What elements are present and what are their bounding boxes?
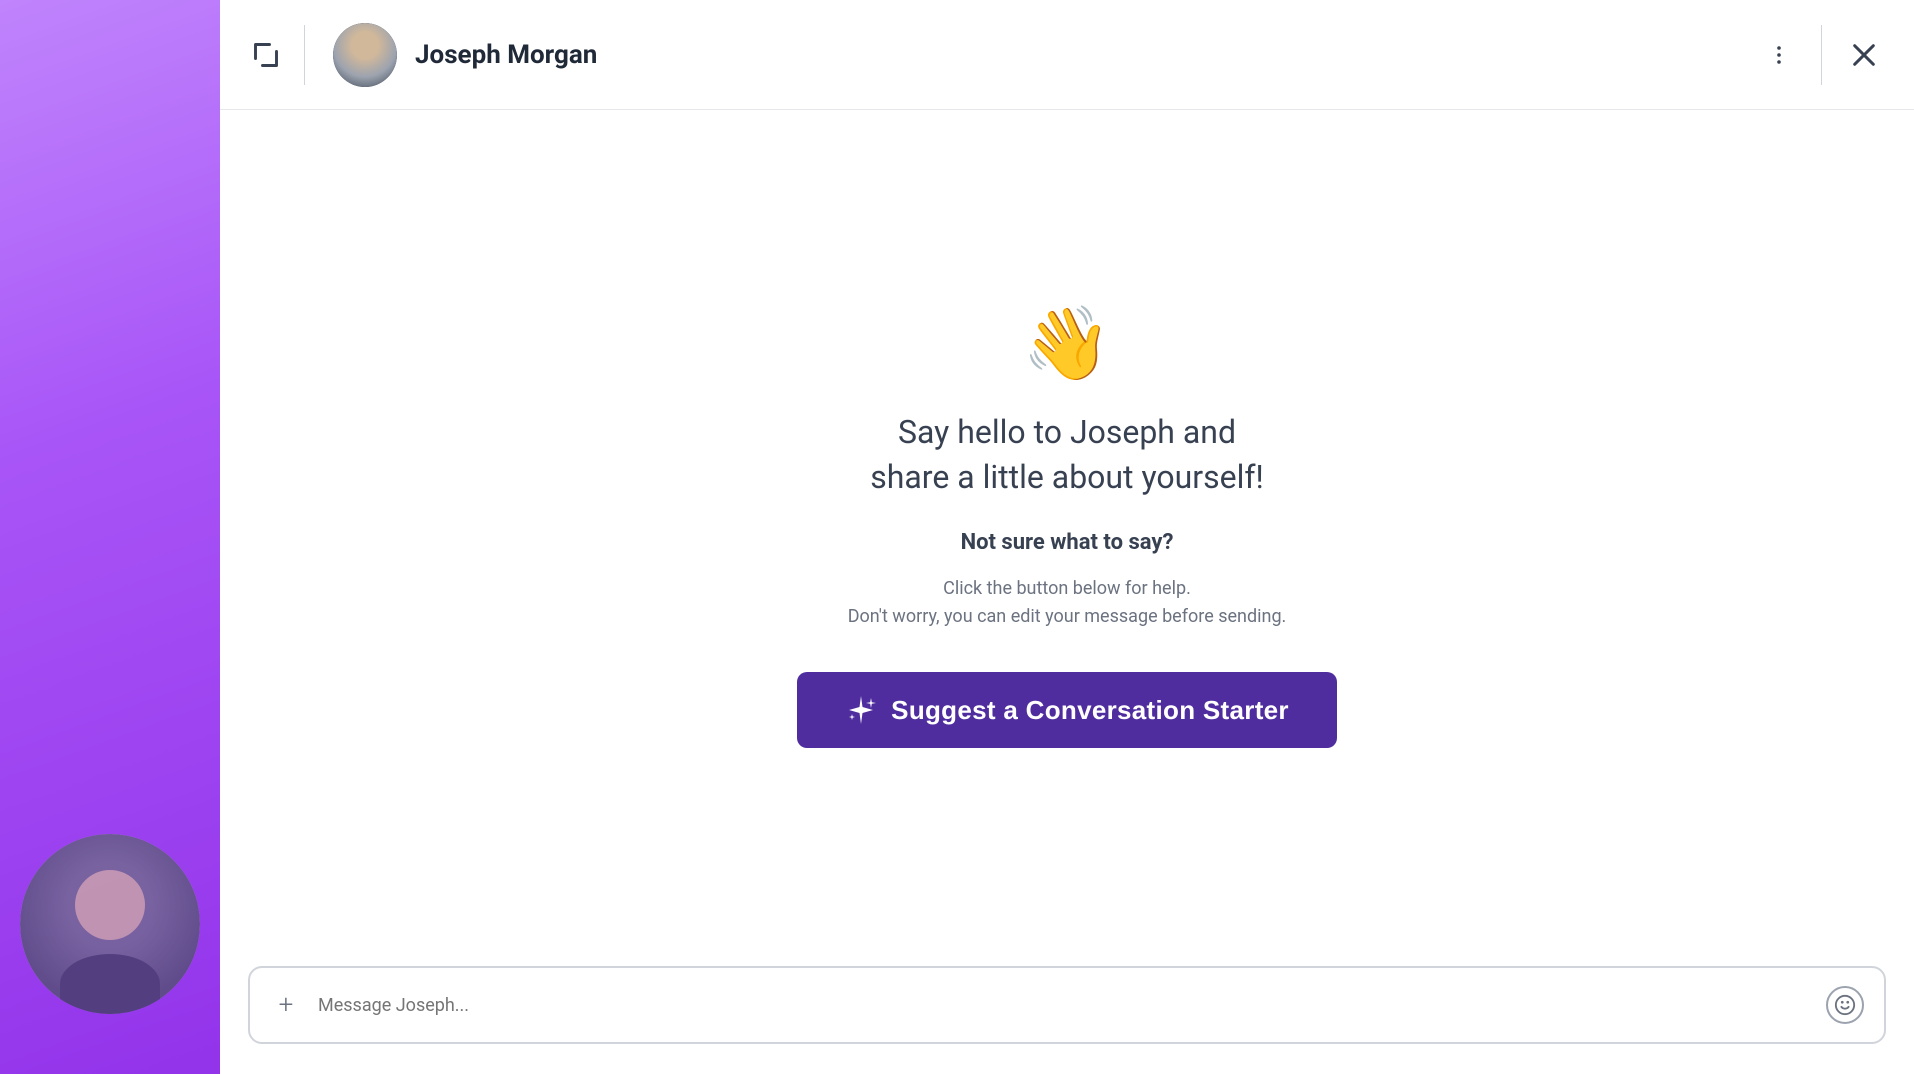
not-sure-text: Not sure what to say?: [961, 530, 1174, 555]
close-button[interactable]: [1842, 33, 1886, 77]
sparkles-icon: [845, 694, 877, 726]
left-panel: [0, 0, 220, 1074]
message-input[interactable]: [318, 995, 1810, 1016]
add-attachment-button[interactable]: +: [270, 989, 302, 1021]
help-text: Click the button below for help. Don't w…: [848, 575, 1287, 633]
chat-header: Joseph Morgan: [220, 0, 1914, 110]
emoji-picker-button[interactable]: [1826, 986, 1864, 1024]
wave-emoji: 👋: [1022, 308, 1112, 380]
chat-body: 👋 Say hello to Joseph andshare a little …: [220, 110, 1914, 946]
more-options-button[interactable]: [1757, 33, 1801, 77]
header-actions: [1757, 25, 1886, 85]
suggest-conversation-starter-button[interactable]: Suggest a Conversation Starter: [797, 672, 1337, 748]
left-avatar: [20, 834, 200, 1014]
expand-button[interactable]: [248, 37, 284, 73]
contact-name: Joseph Morgan: [415, 40, 1757, 70]
hello-text: Say hello to Joseph andshare a little ab…: [870, 410, 1263, 500]
message-input-area: +: [248, 966, 1886, 1044]
header-left-divider: [304, 25, 305, 85]
chat-footer: +: [220, 946, 1914, 1074]
suggest-button-label: Suggest a Conversation Starter: [891, 695, 1289, 726]
header-right-divider: [1821, 25, 1822, 85]
chat-panel: Joseph Morgan 👋 Say hello to Joseph an: [220, 0, 1914, 1074]
avatar: [333, 23, 397, 87]
